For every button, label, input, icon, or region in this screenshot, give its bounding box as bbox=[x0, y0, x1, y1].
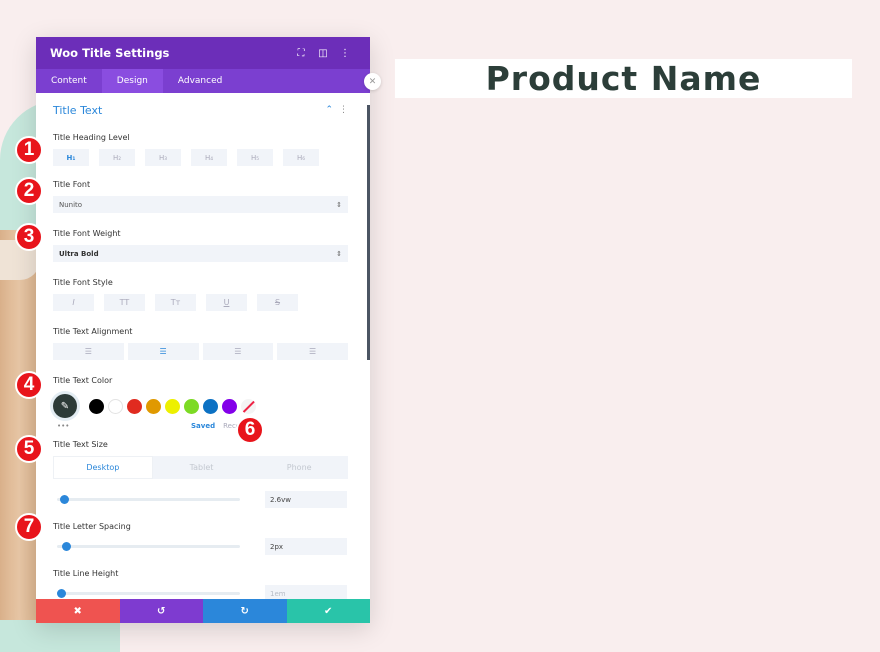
section-header[interactable]: Title Text ⌃ ⋮ bbox=[53, 93, 348, 127]
select-arrows-icon: ⇕ bbox=[336, 249, 342, 258]
step-marker-4: 4 bbox=[15, 371, 43, 399]
device-tab-tablet[interactable]: Tablet bbox=[153, 456, 251, 479]
split-view-icon[interactable]: ◫ bbox=[312, 48, 334, 59]
device-tabs: Desktop Tablet Phone bbox=[53, 456, 348, 479]
saved-colors-tab[interactable]: Saved bbox=[191, 422, 215, 430]
font-weight-label: Title Font Weight bbox=[53, 229, 121, 238]
text-size-label: Title Text Size bbox=[53, 440, 108, 449]
step-marker-5: 5 bbox=[15, 435, 43, 463]
letter-spacing-input[interactable]: 2px bbox=[265, 538, 347, 555]
font-value: Nunito bbox=[59, 200, 83, 209]
align-justify-icon[interactable]: ☰ bbox=[277, 343, 348, 360]
heading-h1-button[interactable]: H₁ bbox=[53, 149, 89, 166]
swatch-red[interactable] bbox=[127, 398, 142, 414]
swatch-black[interactable] bbox=[89, 398, 104, 414]
line-height-label: Title Line Height bbox=[53, 569, 119, 578]
panel-title: Woo Title Settings bbox=[50, 46, 170, 60]
letter-spacing-slider[interactable] bbox=[57, 542, 240, 551]
alignment-options: ☰ ☰ ☰ ☰ bbox=[53, 343, 348, 360]
section-title: Title Text bbox=[53, 103, 103, 117]
align-right-icon[interactable]: ☰ bbox=[202, 343, 274, 360]
device-tab-desktop[interactable]: Desktop bbox=[53, 456, 153, 479]
color-subrow: ••• Saved Recent bbox=[53, 422, 348, 430]
slider-thumb[interactable] bbox=[57, 589, 66, 598]
swatch-orange[interactable] bbox=[146, 398, 161, 414]
alignment-label: Title Text Alignment bbox=[53, 327, 133, 336]
slider-thumb[interactable] bbox=[60, 495, 70, 504]
italic-button[interactable]: I bbox=[53, 294, 94, 311]
heading-level-options: H₁ H₂ H₃ H₄ H₅ H₆ bbox=[53, 149, 348, 166]
color-row: ✎ bbox=[53, 394, 348, 418]
font-style-label: Title Font Style bbox=[53, 278, 113, 287]
chevron-up-icon[interactable]: ⌃ bbox=[325, 105, 333, 115]
swatch-yellow[interactable] bbox=[165, 398, 180, 414]
font-select[interactable]: Nunito ⇕ bbox=[53, 196, 348, 213]
no-color-swatch[interactable] bbox=[241, 398, 256, 414]
fullscreen-icon[interactable]: ⛶ bbox=[290, 48, 312, 59]
step-marker-2: 2 bbox=[15, 177, 43, 205]
letter-spacing-slider-row: 2px bbox=[53, 538, 348, 555]
tab-design[interactable]: Design bbox=[101, 69, 163, 93]
swatch-white[interactable] bbox=[108, 398, 123, 414]
uppercase-button[interactable]: TT bbox=[104, 294, 145, 311]
line-height-input[interactable]: 1em bbox=[265, 585, 347, 599]
tab-content[interactable]: Content bbox=[36, 69, 102, 93]
heading-h3-button[interactable]: H₃ bbox=[145, 149, 181, 166]
text-size-input[interactable]: 2.6vw bbox=[265, 491, 347, 508]
panel-footer: ✖ ↺ ↻ ✔ bbox=[36, 599, 370, 623]
heading-h6-button[interactable]: H₆ bbox=[283, 149, 319, 166]
font-weight-value: Ultra Bold bbox=[59, 249, 99, 258]
step-marker-3: 3 bbox=[15, 223, 43, 251]
close-panel-icon[interactable]: ✕ bbox=[364, 73, 381, 90]
heading-h4-button[interactable]: H₄ bbox=[191, 149, 227, 166]
font-style-options: I TT Tт U S bbox=[53, 294, 348, 311]
swatch-green[interactable] bbox=[184, 398, 199, 414]
line-height-slider-row: 1em bbox=[53, 585, 348, 599]
heading-h2-button[interactable]: H₂ bbox=[99, 149, 135, 166]
panel-content: Title Text ⌃ ⋮ Title Heading Level H₁ H₂… bbox=[36, 93, 370, 599]
swatch-purple[interactable] bbox=[222, 398, 237, 414]
product-title-preview: Product Name bbox=[395, 59, 852, 98]
panel-header: Woo Title Settings ⛶ ◫ ⋮ bbox=[36, 37, 370, 69]
font-weight-select[interactable]: Ultra Bold ⇕ bbox=[53, 245, 348, 262]
panel-tabs: Content Design Advanced bbox=[36, 69, 370, 93]
align-center-icon[interactable]: ☰ bbox=[127, 343, 199, 360]
color-label: Title Text Color bbox=[53, 376, 113, 385]
more-colors-button[interactable]: ••• bbox=[53, 422, 173, 430]
swatch-blue[interactable] bbox=[203, 398, 218, 414]
device-tab-phone[interactable]: Phone bbox=[250, 456, 348, 479]
letter-spacing-label: Title Letter Spacing bbox=[53, 522, 131, 531]
text-size-slider[interactable] bbox=[57, 495, 240, 504]
undo-button[interactable]: ↺ bbox=[119, 599, 203, 623]
step-marker-7: 7 bbox=[15, 513, 43, 541]
strikethrough-button[interactable]: S bbox=[257, 294, 298, 311]
scrollbar[interactable] bbox=[367, 105, 370, 360]
font-label: Title Font bbox=[53, 180, 91, 189]
eyedropper-icon[interactable]: ✎ bbox=[53, 394, 77, 418]
select-arrows-icon: ⇕ bbox=[336, 200, 342, 209]
slider-thumb[interactable] bbox=[62, 542, 72, 551]
product-title: Product Name bbox=[485, 59, 762, 98]
capitalize-button[interactable]: Tт bbox=[155, 294, 196, 311]
tab-advanced[interactable]: Advanced bbox=[163, 69, 237, 93]
more-icon[interactable]: ⋮ bbox=[334, 48, 356, 59]
settings-panel: Woo Title Settings ⛶ ◫ ⋮ Content Design … bbox=[36, 37, 370, 623]
align-left-icon[interactable]: ☰ bbox=[53, 343, 124, 360]
redo-button[interactable]: ↻ bbox=[203, 599, 287, 623]
more-icon[interactable]: ⋮ bbox=[339, 105, 348, 115]
text-size-slider-row: 2.6vw bbox=[53, 491, 348, 508]
heading-h5-button[interactable]: H₅ bbox=[237, 149, 273, 166]
underline-button[interactable]: U bbox=[206, 294, 247, 311]
heading-level-label: Title Heading Level bbox=[53, 133, 130, 142]
cancel-button[interactable]: ✖ bbox=[36, 599, 120, 623]
line-height-slider[interactable] bbox=[57, 589, 240, 598]
step-marker-6: 6 bbox=[236, 416, 264, 444]
save-button[interactable]: ✔ bbox=[286, 599, 370, 623]
step-marker-1: 1 bbox=[15, 136, 43, 164]
